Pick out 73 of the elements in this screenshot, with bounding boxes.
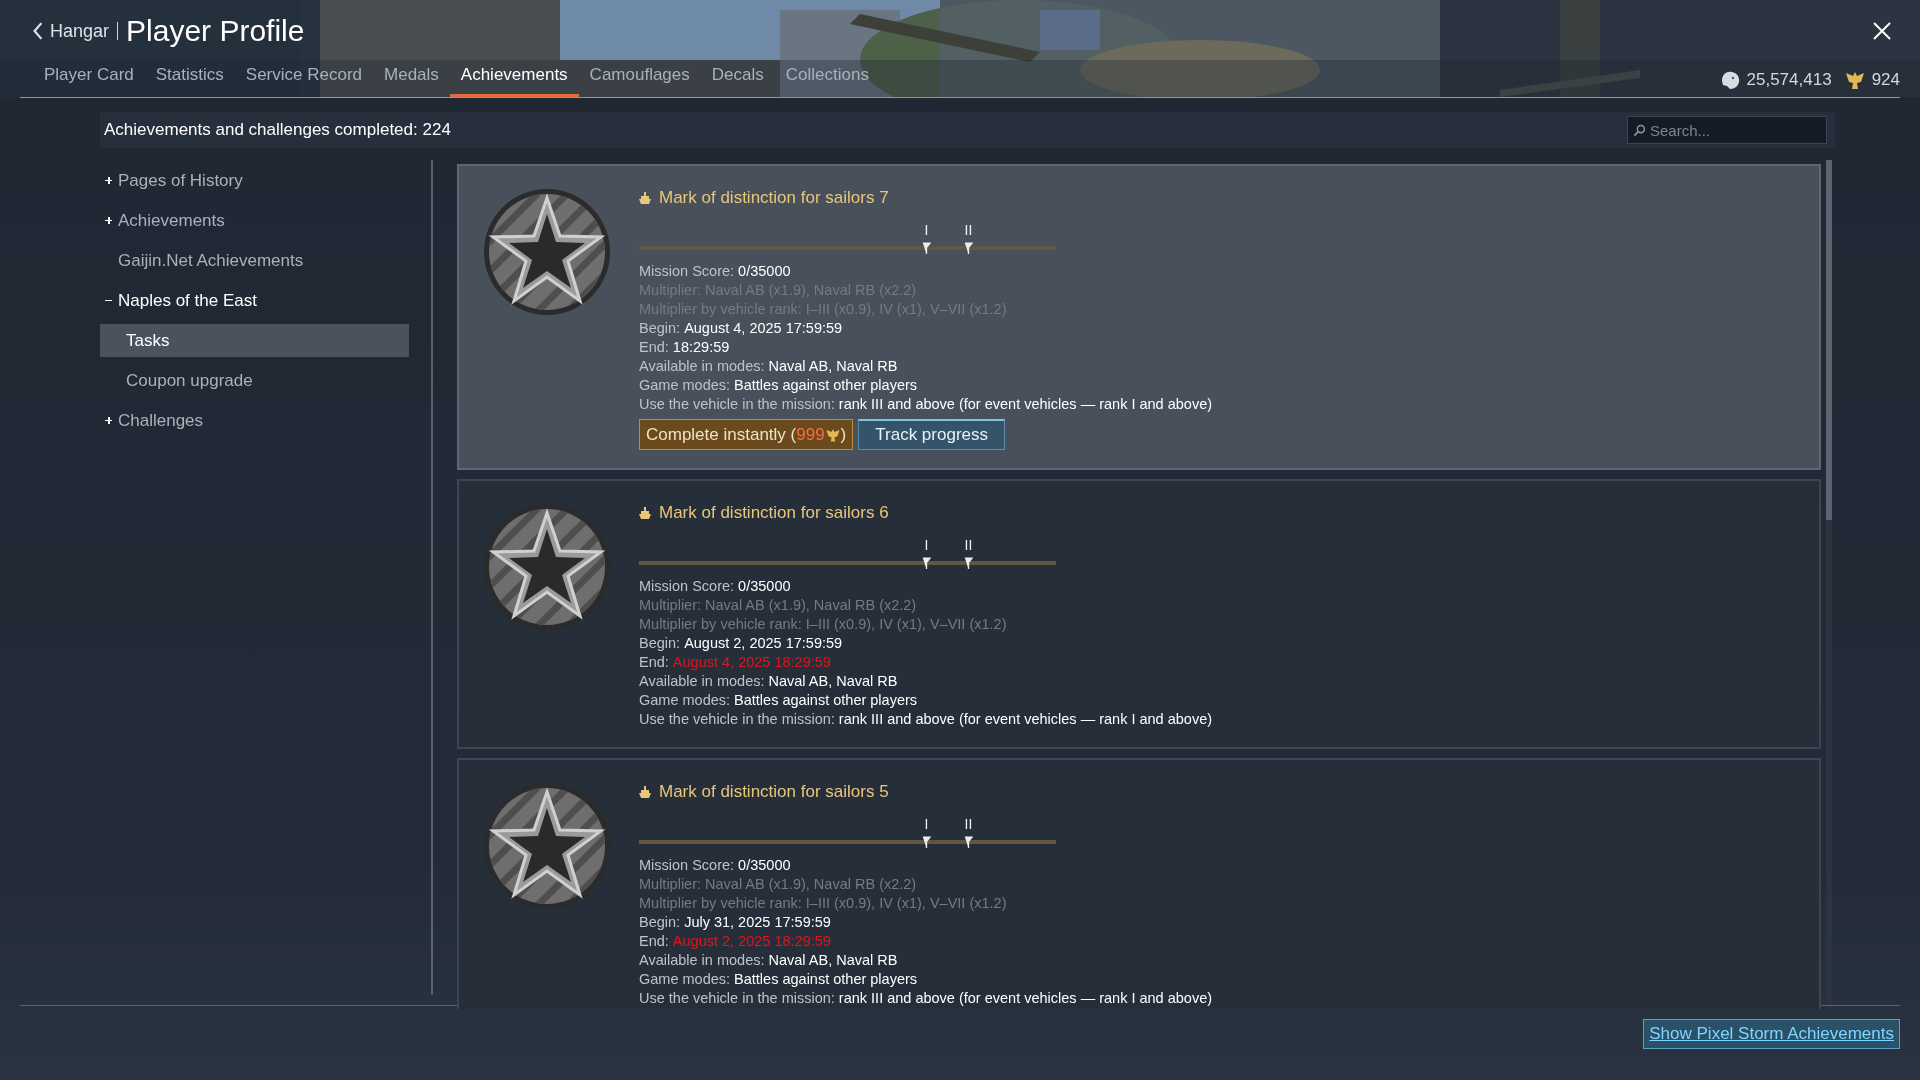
task-title: Mark of distinction for sailors 6 (639, 503, 1213, 523)
task-detail: Game modes: Battles against other players (639, 691, 919, 710)
back-button[interactable]: Hangar (32, 20, 110, 42)
milestone-label: I (924, 537, 929, 553)
summary-text: Achievements and challenges completed: 224 (104, 120, 452, 140)
scrollbar[interactable] (1826, 160, 1832, 1005)
task-detail: Mission Score: 0/35000 (639, 577, 792, 596)
task-detail: Begin: August 4, 2025 17:59:59 (639, 319, 844, 338)
task-card[interactable] (457, 479, 1821, 749)
task-detail: Begin: July 31, 2025 17:59:59 (639, 913, 832, 932)
tab[interactable]: Statistics (144, 62, 235, 97)
star-medal-icon (483, 503, 611, 631)
complete-instantly-button[interactable]: Complete instantly (999 ) (639, 419, 854, 450)
eagles-amount: 924 (1871, 69, 1900, 90)
task-detail: Game modes: Battles against other players (639, 376, 919, 395)
task-title: Mark of distinction for sailors 7 (639, 188, 1213, 208)
milestone-label: II (964, 537, 973, 553)
ship-icon (639, 785, 651, 799)
lions-amount: 25,574,413 (1746, 69, 1832, 90)
tab[interactable]: Achievements (449, 62, 579, 97)
task-detail: Use the vehicle in the mission: rank III and above (for event vehicles — rank I and above) (639, 989, 1213, 1008)
tree-item[interactable]: Achievements (100, 204, 409, 237)
tab[interactable]: Medals (373, 62, 450, 97)
task-detail: End: 18:29:59 (639, 338, 731, 357)
tab[interactable]: Player Card (33, 62, 145, 97)
task-detail: End: August 2, 2025 18:29:59 (639, 932, 832, 951)
tab[interactable]: Decals (700, 62, 775, 97)
star-medal-icon (483, 782, 611, 910)
milestone-label: I (924, 222, 929, 238)
task-detail: End: August 4, 2025 18:29:59 (639, 653, 832, 672)
task-detail: Mission Score: 0/35000 (639, 856, 792, 875)
ship-icon (639, 506, 651, 520)
milestone-label: II (964, 816, 973, 832)
star-medal-icon (483, 188, 611, 316)
task-detail: Use the vehicle in the mission: rank III and above (for event vehicles — rank I and above) (639, 395, 1213, 414)
milestone-marker (964, 242, 973, 255)
task-detail: Multiplier: Naval AB (x1.9), Naval RB (x2.2) (639, 875, 918, 894)
page-title: Player Profile (126, 14, 305, 48)
milestone-marker (922, 242, 931, 255)
search-field[interactable]: Search... (1627, 116, 1827, 144)
tab[interactable]: Service Record (234, 62, 373, 97)
milestone-label: II (964, 222, 973, 238)
task-detail: Multiplier by vehicle rank: I–III (x0.9), IV (x1), V–VII (x1.2) (639, 894, 1008, 913)
milestone-label: I (924, 816, 929, 832)
task-detail: Mission Score: 0/35000 (639, 262, 792, 281)
task-detail: Available in modes: Naval AB, Naval RB (639, 951, 899, 970)
milestone-marker (964, 836, 973, 849)
task-detail: Available in modes: Naval AB, Naval RB (639, 357, 899, 376)
task-detail: Multiplier by vehicle rank: I–III (x0.9), IV (x1), V–VII (x1.2) (639, 615, 1008, 634)
task-card[interactable] (457, 164, 1821, 470)
tree-item[interactable]: Pages of History (100, 164, 409, 197)
tree-item[interactable]: Tasks (100, 324, 409, 357)
task-detail: Use the vehicle in the mission: rank III and above (for event vehicles — rank I and above) (639, 710, 1213, 729)
ship-icon (639, 191, 651, 205)
tree-item[interactable]: Naples of the East (100, 284, 409, 317)
tab[interactable]: Camouflages (578, 62, 701, 97)
back-icon (32, 22, 44, 40)
task-detail: Begin: August 2, 2025 17:59:59 (639, 634, 844, 653)
show-achievements-button[interactable]: Show Pixel Storm Achievements (1643, 1019, 1900, 1049)
track-progress-button[interactable]: Track progress (858, 419, 1005, 450)
task-card[interactable] (457, 758, 1821, 1009)
task-detail: Game modes: Battles against other players (639, 970, 919, 989)
tree-item[interactable]: Challenges (100, 404, 409, 437)
tree-item[interactable]: Coupon upgrade (100, 364, 409, 397)
milestone-marker (922, 836, 931, 849)
task-detail: Multiplier: Naval AB (x1.9), Naval RB (x2.2) (639, 596, 918, 615)
milestone-marker (964, 557, 973, 570)
search-icon (1633, 124, 1646, 137)
tree-item[interactable]: Gaijin.Net Achievements (100, 244, 409, 277)
task-detail: Available in modes: Naval AB, Naval RB (639, 672, 899, 691)
milestone-marker (922, 557, 931, 570)
task-title: Mark of distinction for sailors 5 (639, 782, 1213, 802)
close-icon[interactable] (1872, 21, 1892, 41)
